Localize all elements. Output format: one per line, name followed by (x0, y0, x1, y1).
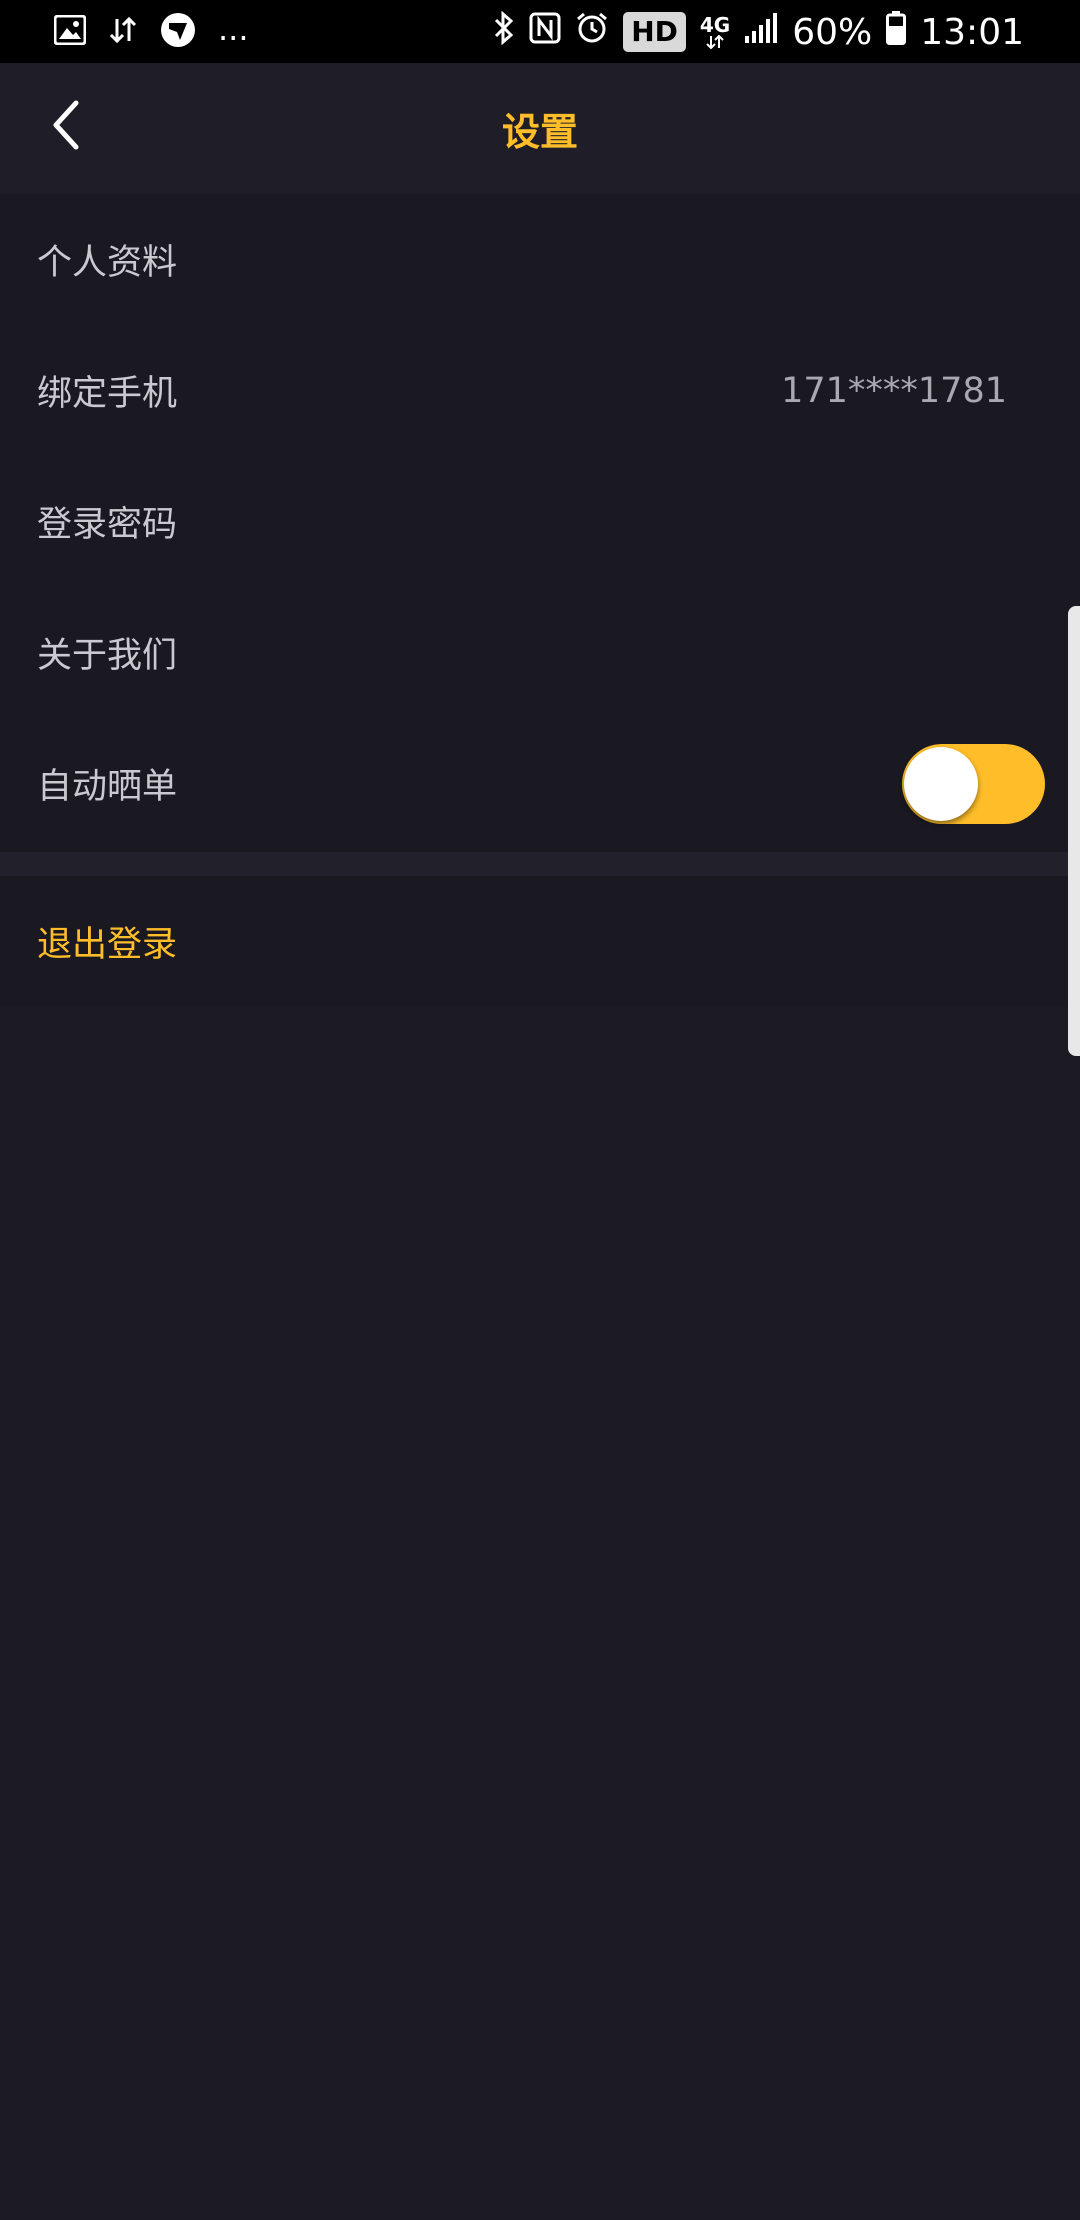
4g-icon: 4G (700, 15, 730, 49)
nfc-icon (529, 12, 561, 53)
scrollbar[interactable] (1068, 606, 1080, 1056)
status-bar-notifications: ... (53, 10, 249, 52)
section-divider (0, 852, 1080, 876)
more-notifications-icon: ... (218, 10, 249, 48)
page-title: 设置 (501, 110, 578, 154)
toggle-knob (904, 746, 978, 821)
status-bar-system: HD 4G 60% 13:01 (493, 8, 1024, 56)
phone-number-value: 171****1781 (781, 370, 1007, 411)
settings-item-login-password[interactable]: 登录密码 (0, 456, 1080, 587)
settings-item-label: 绑定手机 (37, 374, 178, 414)
settings-item-label: 关于我们 (37, 636, 178, 676)
settings-item-bind-phone[interactable]: 绑定手机 171****1781 (0, 325, 1080, 456)
logout-label: 退出登录 (37, 925, 178, 965)
settings-list: 个人资料 绑定手机 171****1781 登录密码 关于我们 自动晒单 (0, 194, 1080, 852)
alarm-icon (575, 11, 609, 54)
auto-share-toggle[interactable] (902, 743, 1045, 824)
settings-item-label: 登录密码 (37, 505, 178, 545)
app-header: 设置 (0, 63, 1080, 194)
signal-icon (744, 12, 778, 53)
settings-item-auto-share: 自动晒单 (0, 718, 1080, 849)
status-bar: ... HD 4G 60% 13:01 (0, 0, 1080, 63)
logout-button[interactable]: 退出登录 (0, 876, 1080, 1007)
settings-item-profile[interactable]: 个人资料 (0, 194, 1080, 325)
data-transfer-icon (108, 15, 138, 49)
hd-badge: HD (623, 12, 686, 52)
battery-icon (886, 10, 907, 54)
settings-item-label: 自动晒单 (37, 767, 178, 807)
shield-app-icon (160, 12, 196, 52)
clock: 13:01 (920, 11, 1024, 53)
settings-item-label: 个人资料 (37, 243, 178, 283)
settings-item-about-us[interactable]: 关于我们 (0, 587, 1080, 718)
bluetooth-icon (493, 10, 515, 54)
battery-percent: 60% (792, 11, 873, 53)
image-icon (53, 14, 87, 49)
